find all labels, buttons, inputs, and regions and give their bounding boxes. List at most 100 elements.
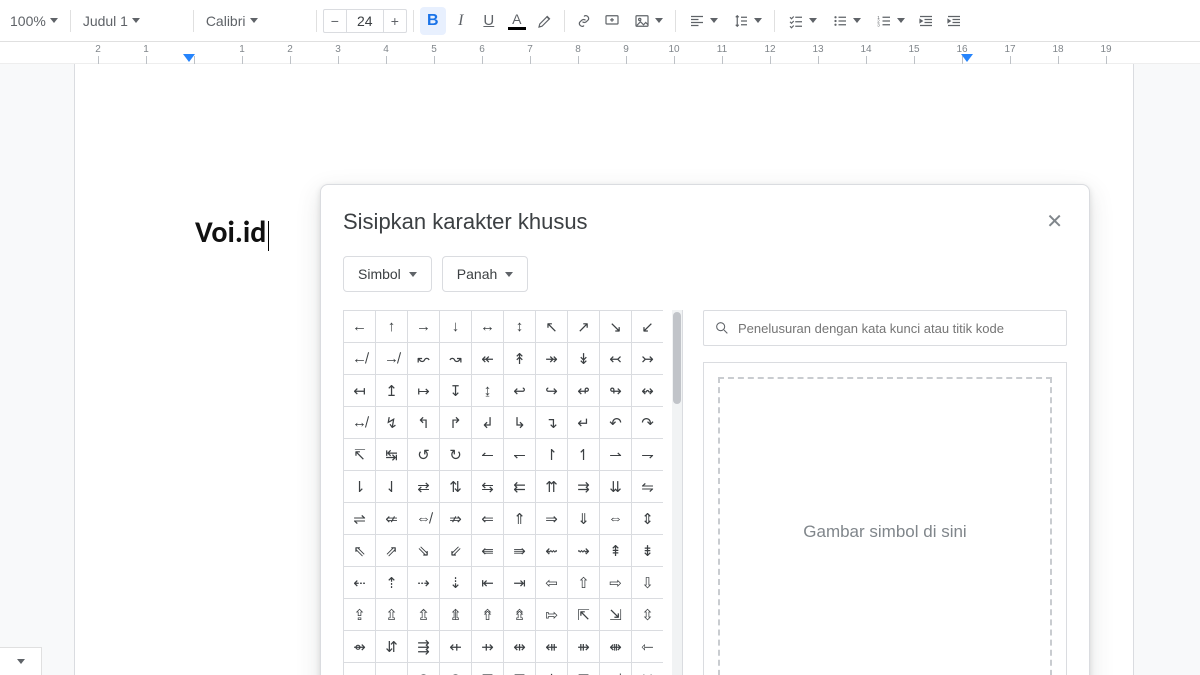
character-cell[interactable]: ⇈	[535, 470, 567, 502]
character-cell[interactable]: ⇥	[503, 566, 535, 598]
left-indent-marker[interactable]	[183, 54, 195, 62]
character-cell[interactable]: ↵	[567, 406, 599, 438]
grid-scrollbar[interactable]	[672, 310, 682, 675]
character-cell[interactable]: ⇍	[375, 502, 407, 534]
character-cell[interactable]: ↫	[567, 374, 599, 406]
character-cell[interactable]: ↝	[439, 342, 471, 374]
character-cell[interactable]: ⇳	[631, 598, 663, 630]
character-cell[interactable]: ⇉	[567, 470, 599, 502]
character-cell[interactable]: ⊣	[599, 662, 631, 675]
character-cell[interactable]: ⇩	[631, 566, 663, 598]
character-cell[interactable]: ⇦	[535, 566, 567, 598]
character-cell[interactable]: ⇔	[599, 502, 631, 534]
character-cell[interactable]: ⇰	[535, 598, 567, 630]
character-cell[interactable]: ⇀	[599, 438, 631, 470]
highlight-color-button[interactable]	[532, 7, 558, 35]
character-cell[interactable]: ⇋	[631, 470, 663, 502]
search-input[interactable]	[738, 321, 1056, 336]
font-size-input[interactable]	[347, 9, 383, 33]
character-cell[interactable]: ↖	[535, 310, 567, 342]
horizontal-ruler[interactable]: 2112345678910111213141516171819	[0, 42, 1200, 64]
bold-button[interactable]: B	[420, 7, 446, 35]
character-cell[interactable]: ⇃	[375, 470, 407, 502]
character-cell[interactable]: ↞	[471, 342, 503, 374]
character-cell[interactable]: ⇖	[343, 534, 375, 566]
character-cell[interactable]: ↨	[471, 374, 503, 406]
character-cell[interactable]: ↪	[535, 374, 567, 406]
character-cell[interactable]: ⇇	[503, 470, 535, 502]
checklist-button[interactable]	[781, 7, 823, 35]
character-cell[interactable]: ⇤	[471, 566, 503, 598]
italic-button[interactable]: I	[448, 7, 474, 35]
character-cell[interactable]: ↥	[375, 374, 407, 406]
character-cell[interactable]: ⇫	[375, 598, 407, 630]
character-cell[interactable]: ↓	[439, 310, 471, 342]
character-cell[interactable]: ⇯	[503, 598, 535, 630]
insert-comment-button[interactable]	[599, 7, 625, 35]
character-cell[interactable]: ←	[343, 310, 375, 342]
character-cell[interactable]: ⇌	[343, 502, 375, 534]
character-cell[interactable]: ⇞	[599, 534, 631, 566]
character-cell[interactable]: ⇬	[407, 598, 439, 630]
character-cell[interactable]: ↙	[631, 310, 663, 342]
character-cell[interactable]: ↩	[503, 374, 535, 406]
character-cell[interactable]: ↸	[343, 438, 375, 470]
character-cell[interactable]: ⇸	[471, 630, 503, 662]
character-cell[interactable]: ↯	[375, 406, 407, 438]
character-cell[interactable]: ⇂	[343, 470, 375, 502]
character-cell[interactable]: ⇪	[343, 598, 375, 630]
close-button[interactable]: ✕	[1042, 205, 1067, 238]
character-cell[interactable]: ⇆	[471, 470, 503, 502]
character-cell[interactable]: ↲	[471, 406, 503, 438]
character-cell[interactable]: ⇕	[631, 502, 663, 534]
line-spacing-button[interactable]	[726, 7, 768, 35]
character-cell[interactable]: ↔	[471, 310, 503, 342]
bulleted-list-button[interactable]	[825, 7, 867, 35]
character-cell[interactable]: ↭	[631, 374, 663, 406]
character-cell[interactable]: ⇗	[375, 534, 407, 566]
subcategory-dropdown[interactable]: Panah	[442, 256, 528, 292]
character-cell[interactable]: ⇘	[407, 534, 439, 566]
character-cell[interactable]: ⇿	[375, 662, 407, 675]
character-cell[interactable]: ⇒	[535, 502, 567, 534]
character-cell[interactable]: ↜	[407, 342, 439, 374]
align-button[interactable]	[682, 7, 724, 35]
font-dropdown[interactable]: Calibri	[200, 7, 310, 35]
character-cell[interactable]: ↺	[407, 438, 439, 470]
character-cell[interactable]: ⇢	[407, 566, 439, 598]
character-cell[interactable]: ↘	[599, 310, 631, 342]
character-cell[interactable]: ⇝	[567, 534, 599, 566]
character-cell[interactable]: ⇚	[471, 534, 503, 566]
character-cell[interactable]: ⇷	[439, 630, 471, 662]
scrollbar-thumb[interactable]	[673, 312, 681, 404]
character-cell[interactable]: ↗	[567, 310, 599, 342]
character-cell[interactable]: ⊖	[439, 662, 471, 675]
character-cell[interactable]: ⊡	[567, 662, 599, 675]
character-cell[interactable]: ⇭	[439, 598, 471, 630]
character-cell[interactable]: ⇅	[439, 470, 471, 502]
character-cell[interactable]: ⇠	[343, 566, 375, 598]
character-cell[interactable]: ⇄	[407, 470, 439, 502]
character-cell[interactable]: ⇟	[631, 534, 663, 566]
character-cell[interactable]: ⇐	[471, 502, 503, 534]
category-dropdown[interactable]: Simbol	[343, 256, 432, 292]
character-cell[interactable]: ⇹	[503, 630, 535, 662]
right-indent-marker[interactable]	[961, 54, 973, 62]
character-cell[interactable]: ↠	[535, 342, 567, 374]
character-cell[interactable]: →	[407, 310, 439, 342]
character-cell[interactable]: ⇮	[471, 598, 503, 630]
character-cell[interactable]: ↦	[407, 374, 439, 406]
character-cell[interactable]: ⇱	[567, 598, 599, 630]
indent-decrease-button[interactable]	[913, 7, 939, 35]
character-cell[interactable]: ↿	[567, 438, 599, 470]
font-size-decrease-button[interactable]: −	[323, 9, 347, 33]
character-cell[interactable]: ↴	[535, 406, 567, 438]
insert-image-button[interactable]	[627, 7, 669, 35]
character-cell[interactable]: ⇼	[599, 630, 631, 662]
character-cell[interactable]: ⇛	[503, 534, 535, 566]
character-cell[interactable]: ↮	[343, 406, 375, 438]
character-cell[interactable]: ⇶	[407, 630, 439, 662]
character-cell[interactable]: ↼	[471, 438, 503, 470]
character-cell[interactable]: ⇓	[567, 502, 599, 534]
character-cell[interactable]: ↤	[343, 374, 375, 406]
